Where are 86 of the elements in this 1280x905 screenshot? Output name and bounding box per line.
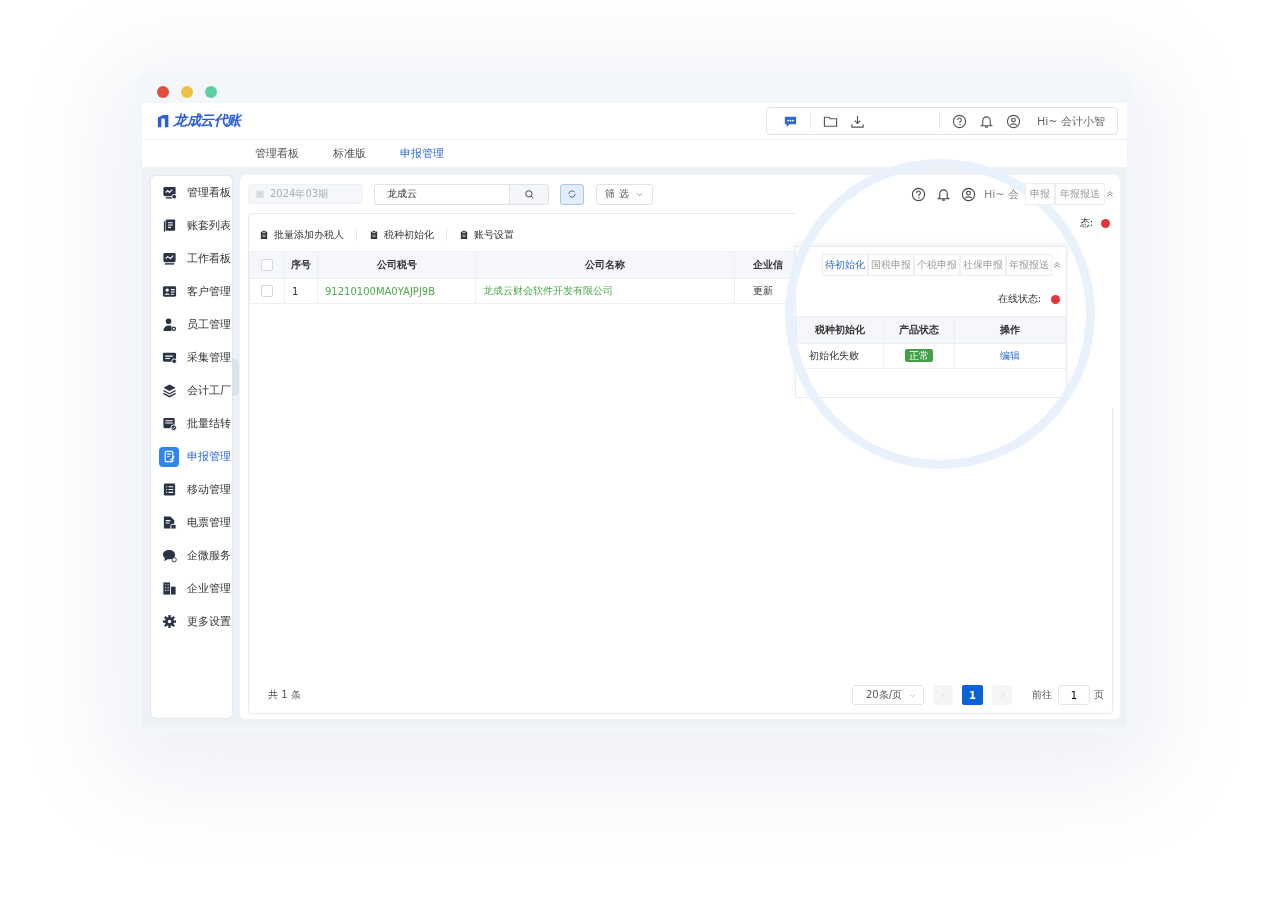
filter-dropdown[interactable]: 筛 选 [596,183,653,205]
column-header: 公司名称 [585,259,625,270]
book-stack-icon [161,218,177,233]
download-icon [849,113,865,129]
refresh-button[interactable] [560,183,584,205]
list-icon [161,482,177,497]
logo-icon [157,114,171,128]
refresh-icon [567,189,577,199]
sidebar-item[interactable]: 会计工厂 [151,374,232,407]
goto-label: 前往 [1032,688,1052,702]
card-gear-icon [161,350,177,365]
sidebar-item[interactable]: 工作看板 [151,242,232,275]
column-header: 序号 [291,259,311,270]
status-dot-icon [1051,294,1060,304]
column-header: 操作 [1000,324,1020,335]
chat-bubble-icon [161,548,177,563]
total-count: 共 1 条 [268,688,301,702]
row-checkbox[interactable] [261,285,273,297]
building-icon [161,581,177,596]
action-button[interactable]: 批量添加办税人 [259,228,344,242]
sidebar-item[interactable]: 申报管理 [151,440,232,473]
bell-icon [935,186,951,202]
invoice-icon [161,515,177,530]
help-icon [951,113,967,129]
sidebar-item[interactable]: 电票管理 [151,506,232,539]
layers-icon [161,383,177,398]
sidebar-item[interactable]: 账套列表 [151,209,232,242]
column-header: 企业信 [753,259,783,270]
edit-link[interactable]: 编辑 [1000,350,1021,361]
chart-screen-icon [161,251,177,266]
page-size-select[interactable]: 20条/页 [852,685,924,705]
user-icon [960,186,976,202]
monitor-icon [161,185,177,200]
top-tab[interactable]: 管理看板 [255,146,299,161]
person-gear-icon [161,317,177,332]
clipboard-icon [369,230,379,240]
top-tab[interactable]: 申报管理 [400,146,444,161]
sidebar-item[interactable]: 采集管理 [151,341,232,374]
clipboard-icon [459,230,469,240]
help-icon [910,186,926,202]
status-badge: 正常 [905,349,933,362]
tray-check-icon [161,416,177,431]
minimize-button[interactable] [181,86,193,98]
user-greeting[interactable]: Hi~ 会计小智 [1036,113,1105,129]
sidebar-item[interactable]: 员工管理 [151,308,232,341]
next-page-button[interactable] [992,685,1012,705]
search-field[interactable]: 龙成云 [374,183,509,205]
column-header: 产品状态 [899,324,939,335]
table-cell: 初始化失败 [809,350,859,361]
user-greeting[interactable]: Hi~ 会 [983,186,1019,202]
goto-page-field[interactable]: 1 [1058,685,1090,705]
user-icon [1005,113,1021,129]
sidebar-item[interactable]: 企微服务 [151,539,232,572]
online-status-label: 在线状态: [997,292,1041,306]
close-button[interactable] [157,86,169,98]
select-all-checkbox[interactable] [261,259,273,271]
logo: 龙成云代账 [173,112,241,130]
bell-icon [978,113,994,129]
top-tab[interactable]: 标准版 [333,146,366,161]
sidebar-item[interactable]: 批量结转 [151,407,232,440]
action-button[interactable]: 账号设置 [459,228,514,242]
status-dot-icon [1101,218,1110,228]
search-button[interactable] [509,183,549,205]
column-header: 税种初始化 [815,324,865,335]
sidebar-item[interactable]: 企业管理 [151,572,232,605]
search-icon [523,188,535,200]
table-cell: 更新 [753,285,773,296]
sidebar-item[interactable]: 客户管理 [151,275,232,308]
double-chevron-up-icon [1105,189,1115,199]
table-cell: 1 [292,285,299,297]
sidebar-item[interactable]: 移动管理 [151,473,232,506]
page-button[interactable]: 1 [962,685,983,705]
double-chevron-up-icon [1052,260,1062,270]
zoom-button[interactable] [205,86,217,98]
sidebar-item[interactable]: 管理看板 [151,176,232,209]
prev-page-button[interactable] [933,685,953,705]
action-button[interactable]: 税种初始化 [369,228,434,242]
report-tab[interactable]: 待初始化 [822,254,868,276]
column-header: 公司税号 [376,259,417,270]
sidebar-item[interactable]: 更多设置 [151,605,232,638]
clipboard-icon [259,230,269,240]
collapse-handle[interactable] [232,359,239,396]
status-label: 态: [1079,216,1093,230]
id-card-icon [161,284,177,299]
page-suffix: 页 [1094,688,1104,702]
gear-icon [161,614,177,629]
